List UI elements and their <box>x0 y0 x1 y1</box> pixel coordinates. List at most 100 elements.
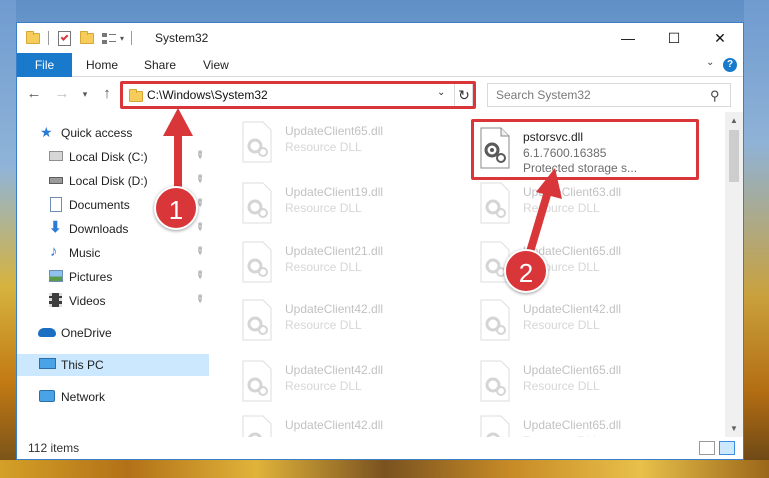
list-item[interactable]: UpdateClient19.dll Resource DLL <box>239 179 469 231</box>
vertical-scrollbar[interactable]: ▲ ▼ <box>725 112 743 437</box>
status-bar: 112 items <box>17 437 743 459</box>
file-type: Resource DLL <box>285 260 362 274</box>
sidebar-item-label: Quick access <box>61 126 133 140</box>
sidebar-item-label: This PC <box>61 358 104 372</box>
onedrive-icon <box>38 328 56 337</box>
minimize-button[interactable]: — <box>605 23 651 53</box>
sidebar-item-label: OneDrive <box>61 326 112 340</box>
tab-share[interactable]: Share <box>144 53 176 77</box>
file-name: UpdateClient65.dll <box>523 363 622 377</box>
dll-file-icon <box>242 241 272 283</box>
sidebar-item-label: Network <box>61 390 106 404</box>
file-name: UpdateClient42.dll <box>285 302 384 316</box>
folder-icon <box>26 30 40 44</box>
forward-arrow-icon[interactable]: → <box>53 85 71 103</box>
dll-file-icon <box>242 182 272 224</box>
back-arrow-icon[interactable]: ← <box>25 85 43 103</box>
search-icon[interactable]: ⚲ <box>710 88 720 104</box>
file-name: UpdateClient42.dll <box>523 302 622 316</box>
file-type: Resource DLL <box>285 318 362 332</box>
help-button[interactable]: ? <box>723 58 737 72</box>
new-folder-icon[interactable] <box>80 30 94 44</box>
sidebar-item-music[interactable]: ♪ Music ✎ <box>17 242 209 264</box>
dll-file-icon <box>480 415 510 437</box>
videos-icon <box>49 293 62 307</box>
list-item[interactable]: UpdateClient65.dll Resource DLL <box>477 412 707 437</box>
network-icon <box>39 390 55 402</box>
sidebar-item-label: Downloads <box>69 222 129 236</box>
file-type: Resource DLL <box>285 379 362 393</box>
expand-ribbon-icon[interactable]: ⌄ <box>706 57 714 68</box>
file-name: UpdateClient19.dll <box>285 185 384 199</box>
sidebar-item-this-pc[interactable]: This PC <box>17 354 209 376</box>
ribbon-tabs: File Home Share View ⌄ ? <box>17 53 743 77</box>
recent-locations-icon[interactable]: ▾ <box>76 85 94 103</box>
list-item[interactable]: UpdateClient42.dll Resource DLL <box>239 296 469 348</box>
pc-icon <box>39 358 56 369</box>
view-options-icon[interactable] <box>102 32 116 45</box>
file-type: Resource DLL <box>523 318 600 332</box>
step-1-badge: 1 <box>154 186 198 230</box>
sidebar-item-label: Videos <box>69 294 106 308</box>
tab-view[interactable]: View <box>203 53 229 77</box>
music-icon: ♪ <box>50 243 58 260</box>
drive-icon <box>49 177 63 184</box>
large-icons-view-icon[interactable] <box>719 441 735 455</box>
properties-icon[interactable] <box>58 30 71 46</box>
scroll-down-icon[interactable]: ▼ <box>725 420 743 437</box>
pin-icon[interactable]: ✎ <box>192 173 206 187</box>
address-highlight <box>120 81 476 109</box>
file-name: UpdateClient63.dll <box>523 185 622 199</box>
desktop-background-right <box>744 0 769 478</box>
dll-file-icon <box>480 182 510 224</box>
file-list: UpdateClient65.dll Resource DLL UpdateCl… <box>213 112 725 437</box>
file-name: UpdateClient42.dll <box>285 418 384 432</box>
close-button[interactable]: ✕ <box>697 23 743 53</box>
file-name: UpdateClient65.dll <box>285 124 384 138</box>
drive-icon <box>49 151 63 161</box>
search-input[interactable]: Search System32 <box>496 88 591 102</box>
tab-home[interactable]: Home <box>86 53 118 77</box>
search-box[interactable]: Search System32 ⚲ <box>487 83 731 107</box>
pin-icon[interactable]: ✎ <box>192 245 206 259</box>
tab-file[interactable]: File <box>17 53 72 77</box>
dll-file-icon <box>242 360 272 402</box>
dll-file-icon <box>242 415 272 437</box>
pictures-icon <box>49 270 63 282</box>
file-name: UpdateClient65.dll <box>523 418 622 432</box>
file-type: Resource DLL <box>523 201 600 215</box>
dll-file-icon <box>242 121 272 163</box>
pin-icon[interactable]: ✎ <box>192 269 206 283</box>
sidebar-item-label: Music <box>69 246 101 260</box>
file-type: Resource DLL <box>285 201 362 215</box>
sidebar-item-pictures[interactable]: Pictures ✎ <box>17 266 209 288</box>
maximize-button[interactable]: ☐ <box>651 23 697 53</box>
sidebar-item-onedrive[interactable]: OneDrive <box>17 322 209 344</box>
pin-icon[interactable]: ✎ <box>192 221 206 235</box>
list-item[interactable]: UpdateClient42.dll <box>239 412 469 437</box>
up-arrow-icon[interactable]: ↑ <box>98 85 116 103</box>
navigation-pane: ★ Quick access Local Disk (C:) ✎ Local D… <box>17 112 213 437</box>
star-icon: ★ <box>40 124 53 140</box>
details-view-icon[interactable] <box>699 441 715 455</box>
list-item[interactable]: UpdateClient21.dll Resource DLL <box>239 238 469 290</box>
window-title: System32 <box>155 31 209 45</box>
pin-icon[interactable]: ✎ <box>192 293 206 307</box>
sidebar-item-local-disk-c[interactable]: Local Disk (C:) ✎ <box>17 146 209 168</box>
sidebar-item-videos[interactable]: Videos ✎ <box>17 290 209 312</box>
list-item[interactable]: UpdateClient63.dll Resource DLL <box>477 179 707 231</box>
desktop-background-left <box>0 0 16 478</box>
scrollbar-thumb[interactable] <box>729 130 739 182</box>
sidebar-item-network[interactable]: Network <box>17 386 209 408</box>
pin-icon[interactable]: ✎ <box>192 149 206 163</box>
scroll-up-icon[interactable]: ▲ <box>725 112 743 129</box>
file-type: Resource DLL <box>285 140 362 154</box>
file-type: Resource DLL <box>523 379 600 393</box>
list-item[interactable]: UpdateClient42.dll Resource DLL <box>239 357 469 409</box>
sidebar-item-quick-access[interactable]: ★ Quick access <box>17 122 209 144</box>
list-item[interactable]: UpdateClient65.dll Resource DLL <box>239 118 469 170</box>
chevron-down-icon[interactable]: ▾ <box>120 34 124 43</box>
list-item[interactable]: UpdateClient65.dll Resource DLL <box>477 357 707 409</box>
list-item[interactable]: UpdateClient42.dll Resource DLL <box>477 296 707 348</box>
sidebar-item-label: Documents <box>69 198 130 212</box>
